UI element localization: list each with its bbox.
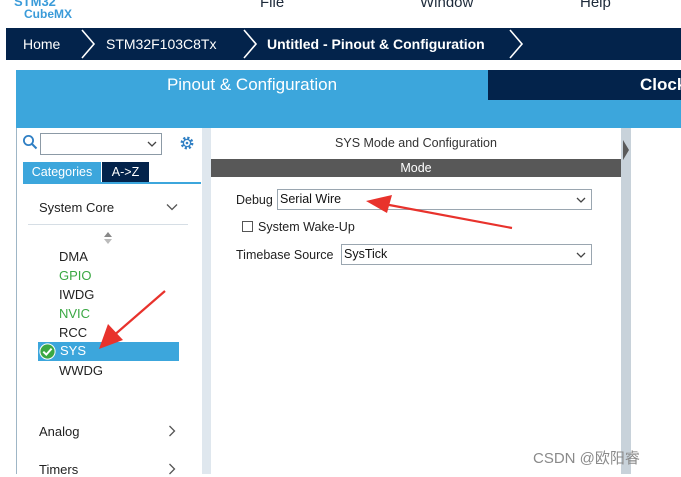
tab-a-to-z[interactable]: A->Z	[102, 162, 149, 182]
menu-window[interactable]: Window	[420, 0, 473, 11]
menu-help[interactable]: Help	[580, 0, 611, 11]
section-system-core[interactable]: System Core	[39, 200, 114, 215]
search-icon[interactable]	[22, 134, 38, 150]
section-divider	[28, 224, 188, 225]
chevron-down-icon	[576, 252, 586, 258]
section-analog[interactable]: Analog	[39, 424, 79, 439]
menu-file[interactable]: File	[260, 0, 284, 11]
panel-splitter[interactable]	[202, 128, 211, 474]
peripheral-gpio[interactable]: GPIO	[59, 268, 92, 283]
breadcrumb-separator-icon	[81, 29, 96, 59]
section-timers[interactable]: Timers	[39, 462, 78, 477]
tab-categories[interactable]: Categories	[23, 162, 101, 182]
debug-label: Debug	[236, 193, 273, 207]
peripheral-nvic[interactable]: NVIC	[59, 306, 90, 321]
tab-pinout-configuration[interactable]: Pinout & Configuration	[16, 70, 488, 100]
peripheral-rcc[interactable]: RCC	[59, 325, 87, 340]
stm32cubemx-logo: STM32 CubeMX	[14, 0, 78, 24]
peripheral-iwdg[interactable]: IWDG	[59, 287, 94, 302]
chevron-down-icon[interactable]	[166, 201, 178, 213]
breadcrumb-current[interactable]: Untitled - Pinout & Configuration	[267, 28, 485, 60]
chevron-down-icon	[576, 197, 586, 203]
tab-clock-configuration[interactable]: Clock	[488, 70, 681, 100]
peripheral-sys-label[interactable]: SYS	[60, 343, 86, 358]
panel-title: SYS Mode and Configuration	[335, 136, 497, 150]
breadcrumb-separator-icon	[509, 29, 524, 59]
watermark: CSDN @欧阳睿	[533, 450, 640, 467]
gear-icon[interactable]	[178, 134, 196, 152]
breadcrumb-separator-icon	[243, 29, 258, 59]
sort-icon[interactable]	[103, 231, 113, 245]
chevron-right-icon[interactable]	[166, 425, 178, 437]
debug-select[interactable]: Serial Wire	[277, 189, 592, 210]
category-tab-underline	[23, 182, 201, 184]
check-circle-icon	[39, 343, 56, 360]
collapse-strip[interactable]	[621, 128, 631, 474]
logo-line2: CubeMX	[24, 7, 72, 21]
collapse-arrow-icon[interactable]	[621, 138, 631, 162]
pinout-view-area	[631, 128, 681, 474]
search-input[interactable]	[40, 133, 162, 155]
system-wakeup-label: System Wake-Up	[258, 220, 355, 234]
breadcrumb-device[interactable]: STM32F103C8Tx	[106, 28, 216, 60]
mode-section-header[interactable]: Mode	[211, 159, 621, 177]
debug-select-value: Serial Wire	[280, 192, 342, 206]
system-wakeup-checkbox[interactable]	[242, 221, 253, 232]
breadcrumb-edge	[0, 28, 6, 60]
breadcrumb-home[interactable]: Home	[23, 28, 60, 60]
timebase-label: Timebase Source	[236, 248, 334, 262]
timebase-select-value: SysTick	[344, 247, 388, 261]
chevron-down-icon[interactable]	[147, 139, 157, 149]
menu-bar	[0, 0, 681, 28]
peripheral-dma[interactable]: DMA	[59, 249, 88, 264]
timebase-select[interactable]: SysTick	[341, 244, 592, 265]
mode-configuration-panel	[211, 128, 621, 474]
peripheral-wwdg[interactable]: WWDG	[59, 363, 103, 378]
chevron-right-icon[interactable]	[166, 463, 178, 475]
